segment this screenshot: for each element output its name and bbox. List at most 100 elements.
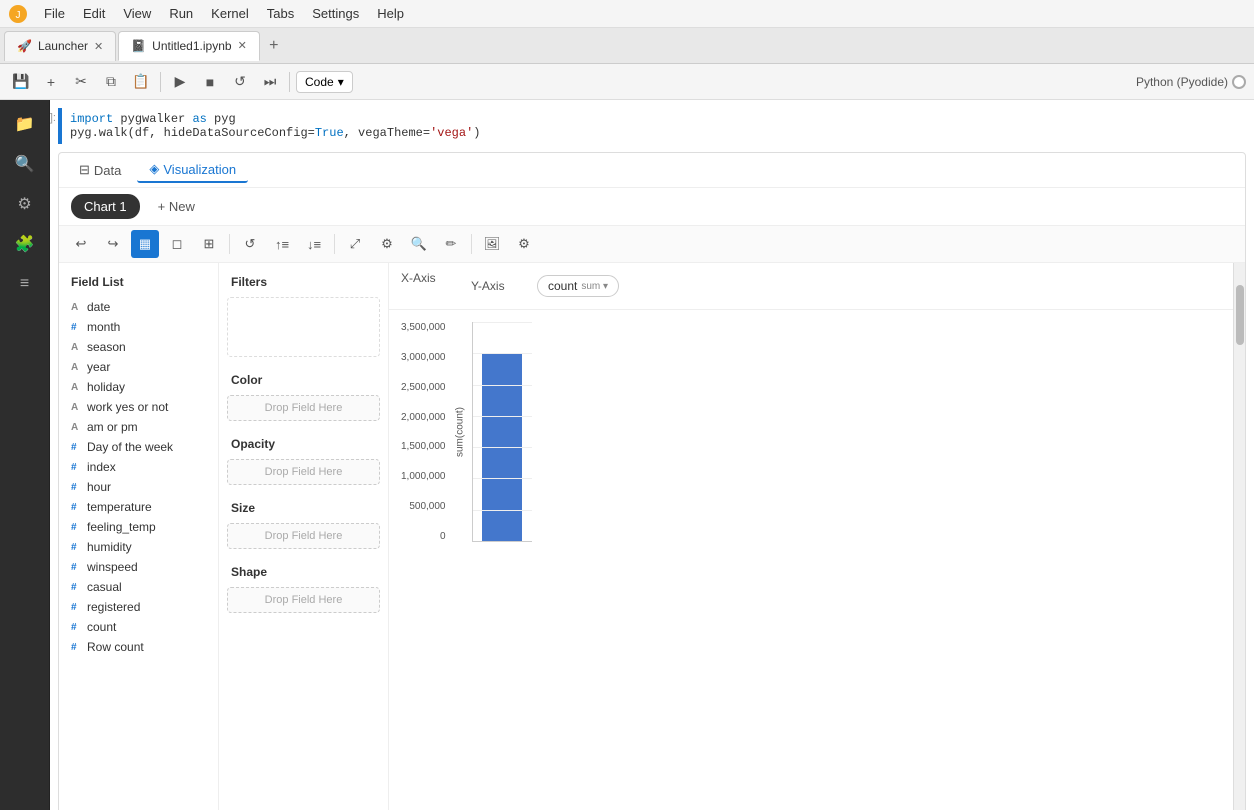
- mark-type-button[interactable]: ◻: [163, 230, 191, 258]
- encoding-panel: Filters Color Drop Field Here Opacity Dr…: [219, 263, 389, 810]
- restart-button[interactable]: ↺: [227, 69, 253, 95]
- field-type-icon-9: #: [71, 482, 81, 493]
- tick-1000000: 1,000,000: [401, 471, 446, 482]
- left-sidebar: 📁 🔍 ⚙ 🧩 ≡: [0, 100, 50, 810]
- shape-section: Shape Drop Field Here: [219, 561, 388, 613]
- save-button[interactable]: 💾: [8, 69, 34, 95]
- sidebar-toc-icon[interactable]: ≡: [9, 268, 41, 300]
- chart-1-tab[interactable]: Chart 1: [71, 194, 140, 219]
- launcher-tab-label: Launcher: [38, 39, 88, 53]
- field-item-count[interactable]: #count: [59, 617, 218, 637]
- sidebar-extensions-icon[interactable]: 🧩: [9, 228, 41, 260]
- cell-content[interactable]: import pygwalker as pyg pyg.walk(df, hid…: [62, 108, 1246, 144]
- new-tab-button[interactable]: +: [262, 34, 286, 58]
- chart-type-bar-button[interactable]: ▦: [131, 230, 159, 258]
- sort-asc-button[interactable]: ↑≡: [268, 230, 296, 258]
- field-item-date[interactable]: Adate: [59, 297, 218, 317]
- field-item-month[interactable]: #month: [59, 317, 218, 337]
- field-type-icon-14: #: [71, 582, 81, 593]
- sidebar-files-icon[interactable]: 📁: [9, 108, 41, 140]
- image-settings-button[interactable]: ⚙: [510, 230, 538, 258]
- data-tab[interactable]: ⊟ Data: [67, 158, 133, 182]
- redo-button[interactable]: ↪: [99, 230, 127, 258]
- cut-button[interactable]: ✂: [68, 69, 94, 95]
- tick-2500000: 2,500,000: [401, 382, 446, 393]
- menu-help[interactable]: Help: [369, 4, 412, 23]
- field-name-6: am or pm: [87, 420, 138, 434]
- field-item-Row-count[interactable]: #Row count: [59, 637, 218, 657]
- notebook-close-icon[interactable]: ✕: [238, 39, 247, 52]
- field-item-temperature[interactable]: #temperature: [59, 497, 218, 517]
- cell-line-2: pyg.walk(df, hideDataSourceConfig=True, …: [70, 126, 1238, 140]
- paste-button[interactable]: 📋: [128, 69, 154, 95]
- field-item-humidity[interactable]: #humidity: [59, 537, 218, 557]
- field-item-hour[interactable]: #hour: [59, 477, 218, 497]
- field-item-feeling_temp[interactable]: #feeling_temp: [59, 517, 218, 537]
- menu-file[interactable]: File: [36, 4, 73, 23]
- field-type-icon-5: A: [71, 402, 81, 413]
- sep5: [471, 234, 472, 254]
- field-name-16: count: [87, 620, 116, 634]
- expand-button[interactable]: ⤢: [341, 230, 369, 258]
- tab-notebook[interactable]: 📓 Untitled1.ipynb ✕: [118, 31, 260, 61]
- right-scrollbar[interactable]: [1233, 263, 1245, 810]
- menu-tabs[interactable]: Tabs: [259, 4, 302, 23]
- sidebar-kernel-icon[interactable]: ⚙: [9, 188, 41, 220]
- opacity-drop-zone[interactable]: Drop Field Here: [227, 459, 380, 485]
- launcher-close-icon[interactable]: ✕: [94, 40, 103, 53]
- field-item-am-or-pm[interactable]: Aam or pm: [59, 417, 218, 437]
- field-type-icon-0: A: [71, 302, 81, 313]
- field-item-registered[interactable]: #registered: [59, 597, 218, 617]
- y-axis-ticks: 3,500,000 3,000,000 2,500,000 2,000,000 …: [401, 322, 452, 542]
- field-item-casual[interactable]: #casual: [59, 577, 218, 597]
- field-item-work-yes-or-not[interactable]: Awork yes or not: [59, 397, 218, 417]
- brush-button[interactable]: ✏: [437, 230, 465, 258]
- y-axis-value[interactable]: count sum ▾: [537, 275, 619, 297]
- run-button[interactable]: ▶: [167, 69, 193, 95]
- settings-button[interactable]: ⚙: [373, 230, 401, 258]
- add-cell-button[interactable]: +: [38, 69, 64, 95]
- viz-tab-icon: ◈: [149, 161, 159, 177]
- viz-panel: ⊟ Data ◈ Visualization Chart 1 + New ↩ ↪…: [58, 152, 1246, 810]
- fast-forward-button[interactable]: ⏭: [257, 69, 283, 95]
- filters-label: Filters: [219, 271, 388, 293]
- sort-desc-button[interactable]: ↓≡: [300, 230, 328, 258]
- scroll-thumb[interactable]: [1236, 285, 1244, 345]
- menu-edit[interactable]: Edit: [75, 4, 113, 23]
- field-item-Day-of-the-week[interactable]: #Day of the week: [59, 437, 218, 457]
- cell-type-label: Code: [305, 75, 334, 89]
- field-item-year[interactable]: Ayear: [59, 357, 218, 377]
- color-drop-zone[interactable]: Drop Field Here: [227, 395, 380, 421]
- menu-settings[interactable]: Settings: [304, 4, 367, 23]
- stop-button[interactable]: ■: [197, 69, 223, 95]
- opacity-section: Opacity Drop Field Here: [219, 433, 388, 485]
- launcher-icon: 🚀: [17, 39, 32, 53]
- viz-tab-label: Visualization: [163, 162, 236, 177]
- tab-launcher[interactable]: 🚀 Launcher ✕: [4, 31, 116, 61]
- notebook-tab-label: Untitled1.ipynb: [152, 39, 231, 53]
- field-item-season[interactable]: Aseason: [59, 337, 218, 357]
- field-type-icon-1: #: [71, 322, 81, 333]
- cell-type-dropdown[interactable]: Code ▾: [296, 71, 353, 93]
- copy-button[interactable]: ⧉: [98, 69, 124, 95]
- visualization-tab[interactable]: ◈ Visualization: [137, 157, 248, 183]
- cell-type-chevron: ▾: [338, 75, 344, 89]
- new-chart-button[interactable]: + New: [148, 195, 205, 218]
- image-button[interactable]: 🖼: [478, 230, 506, 258]
- data-tab-icon: ⊟: [79, 162, 90, 178]
- shape-drop-zone[interactable]: Drop Field Here: [227, 587, 380, 613]
- field-name-10: temperature: [87, 500, 152, 514]
- menu-view[interactable]: View: [115, 4, 159, 23]
- size-drop-zone[interactable]: Drop Field Here: [227, 523, 380, 549]
- filters-drop-zone[interactable]: [227, 297, 380, 357]
- field-item-index[interactable]: #index: [59, 457, 218, 477]
- layers-button[interactable]: ⊞: [195, 230, 223, 258]
- undo-button[interactable]: ↩: [67, 230, 95, 258]
- zoom-button[interactable]: 🔍: [405, 230, 433, 258]
- sidebar-search-icon[interactable]: 🔍: [9, 148, 41, 180]
- menu-kernel[interactable]: Kernel: [203, 4, 257, 23]
- menu-run[interactable]: Run: [161, 4, 201, 23]
- field-item-holiday[interactable]: Aholiday: [59, 377, 218, 397]
- data-refresh-button[interactable]: ↺: [236, 230, 264, 258]
- field-item-winspeed[interactable]: #winspeed: [59, 557, 218, 577]
